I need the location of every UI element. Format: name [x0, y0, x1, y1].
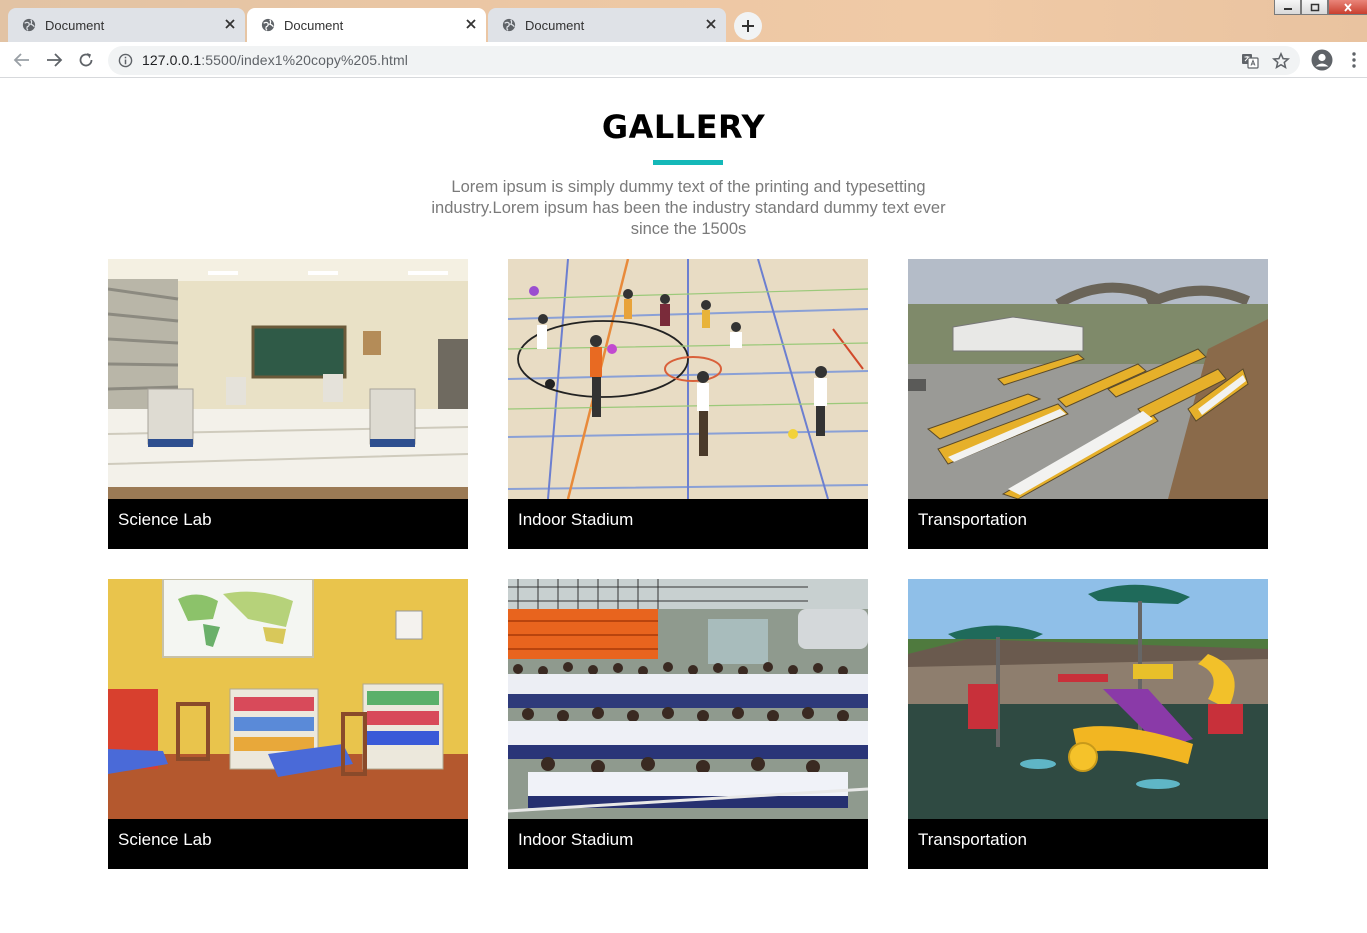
maximize-icon — [1310, 3, 1319, 11]
close-icon[interactable] — [704, 17, 718, 31]
address-bar[interactable]: 127.0.0.1:5500/index1%20copy%205.html — [108, 46, 1300, 75]
minimize-button[interactable] — [1274, 0, 1301, 15]
gallery-intro-text: Lorem ipsum is simply dummy text of the … — [431, 178, 946, 238]
browser-tab-3[interactable]: Document — [488, 8, 726, 42]
gallery-card-caption: Indoor Stadium — [518, 830, 634, 849]
science-lab-photo — [108, 259, 468, 499]
gallery-card[interactable]: Science Lab — [108, 579, 468, 869]
maximize-button[interactable] — [1301, 0, 1328, 15]
gallery-card[interactable]: Transportation — [908, 579, 1268, 869]
forward-button[interactable] — [44, 50, 64, 70]
browser-tab-1[interactable]: Document — [8, 8, 245, 42]
back-button[interactable] — [12, 50, 32, 70]
window-close-button[interactable] — [1328, 0, 1367, 15]
new-tab-button[interactable] — [734, 12, 762, 40]
url-host: 127.0.0.1 — [142, 52, 202, 68]
close-icon — [1344, 2, 1352, 12]
gallery-card-caption: Science Lab — [118, 830, 212, 849]
reload-button[interactable] — [76, 50, 96, 70]
globe-icon — [261, 18, 275, 32]
playground-photo — [908, 579, 1268, 819]
translate-icon[interactable] — [1241, 52, 1259, 70]
students-assembly-photo — [508, 579, 868, 819]
browser-tab-title: Document — [284, 17, 344, 33]
gallery-card[interactable]: Science Lab — [108, 259, 468, 549]
arrow-left-icon — [13, 53, 29, 67]
arrow-right-icon — [47, 53, 63, 67]
gallery-card[interactable]: Indoor Stadium — [508, 579, 868, 869]
gallery-card-caption: Transportation — [918, 830, 1027, 849]
gallery-card[interactable]: Indoor Stadium — [508, 259, 868, 549]
browser-toolbar: 127.0.0.1:5500/index1%20copy%205.html — [0, 42, 1367, 78]
globe-icon — [502, 18, 516, 32]
reload-icon — [79, 53, 93, 67]
browser-tab-2[interactable]: Document — [247, 8, 486, 42]
transportation-photo — [908, 259, 1268, 499]
gallery-card-caption: Indoor Stadium — [518, 510, 634, 529]
gallery-card-caption: Science Lab — [118, 510, 212, 529]
info-icon[interactable] — [118, 53, 133, 68]
browser-tab-title: Document — [525, 17, 585, 33]
globe-icon — [22, 18, 36, 32]
classroom-photo — [108, 579, 468, 819]
close-icon[interactable] — [223, 17, 237, 31]
close-icon[interactable] — [464, 17, 478, 31]
star-icon[interactable] — [1272, 52, 1290, 70]
profile-avatar-icon[interactable] — [1311, 49, 1333, 71]
gallery-title: GALLERY — [601, 108, 766, 146]
gallery-card-caption: Transportation — [918, 510, 1027, 529]
url-path: :5500/index1%20copy%205.html — [201, 52, 409, 68]
minimize-icon — [1283, 8, 1292, 10]
indoor-stadium-photo — [508, 259, 868, 499]
gallery-card[interactable]: Transportation — [908, 259, 1268, 549]
browser-tab-title: Document — [45, 17, 105, 33]
title-underline — [653, 160, 723, 165]
kebab-menu-icon[interactable] — [1349, 51, 1359, 69]
url-text[interactable]: 127.0.0.1:5500/index1%20copy%205.html — [142, 52, 408, 68]
plus-icon — [742, 20, 754, 32]
browser-tabstrip: Document Document Document — [0, 0, 1367, 42]
